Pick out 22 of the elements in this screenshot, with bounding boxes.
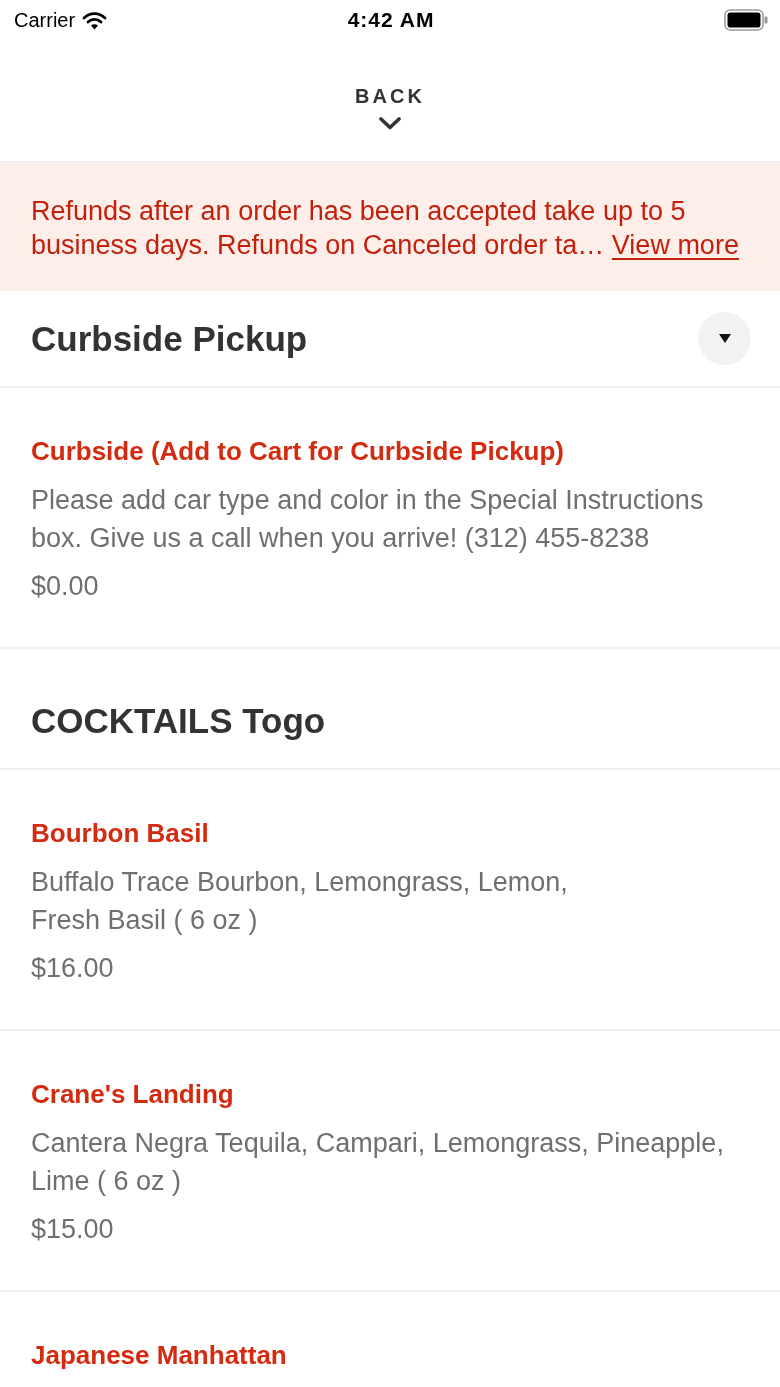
back-button[interactable]: BACK: [355, 85, 425, 130]
view-more-link[interactable]: View more: [611, 230, 739, 260]
item-price: $0.00: [31, 570, 99, 603]
item-price: $16.00: [31, 952, 114, 985]
item-description: Please add car type and color in the Special Instructions box. Give us a call when you arrive! (312) 455-8238: [31, 484, 705, 555]
item-description: Buffalo Trace Bourbon, Lemongrass, Lemon, Fresh Basil ( 6 oz ): [31, 866, 568, 937]
chevron-down-icon: [379, 117, 401, 130]
item-name: Bourbon Basil: [31, 817, 209, 849]
item-name: Crane's Landing: [31, 1078, 234, 1110]
battery-icon: [724, 9, 768, 31]
clock-time: 4:42 AM: [347, 8, 435, 32]
section-title: Curbside Pickup: [31, 317, 308, 360]
caret-down-icon: [718, 334, 731, 343]
item-description: Cantera Negra Tequila, Campari, Lemongrass, Pineapple, Lime ( 6 oz ): [31, 1127, 725, 1198]
section-title: COCKTAILS Togo: [31, 699, 326, 742]
wifi-icon: [82, 10, 108, 30]
refund-notice-text: Refunds after an order has been accepted take up to 5 business days. Refunds on Canceled order ta… View more: [31, 195, 740, 262]
item-name: Japanese Manhattan: [31, 1339, 287, 1371]
carrier-name: Carrier: [14, 8, 76, 32]
dropdown-button[interactable]: [698, 312, 751, 365]
item-name: Curbside (Add to Cart for Curbside Pickup): [31, 435, 565, 467]
item-price: $15.00: [31, 1213, 114, 1246]
